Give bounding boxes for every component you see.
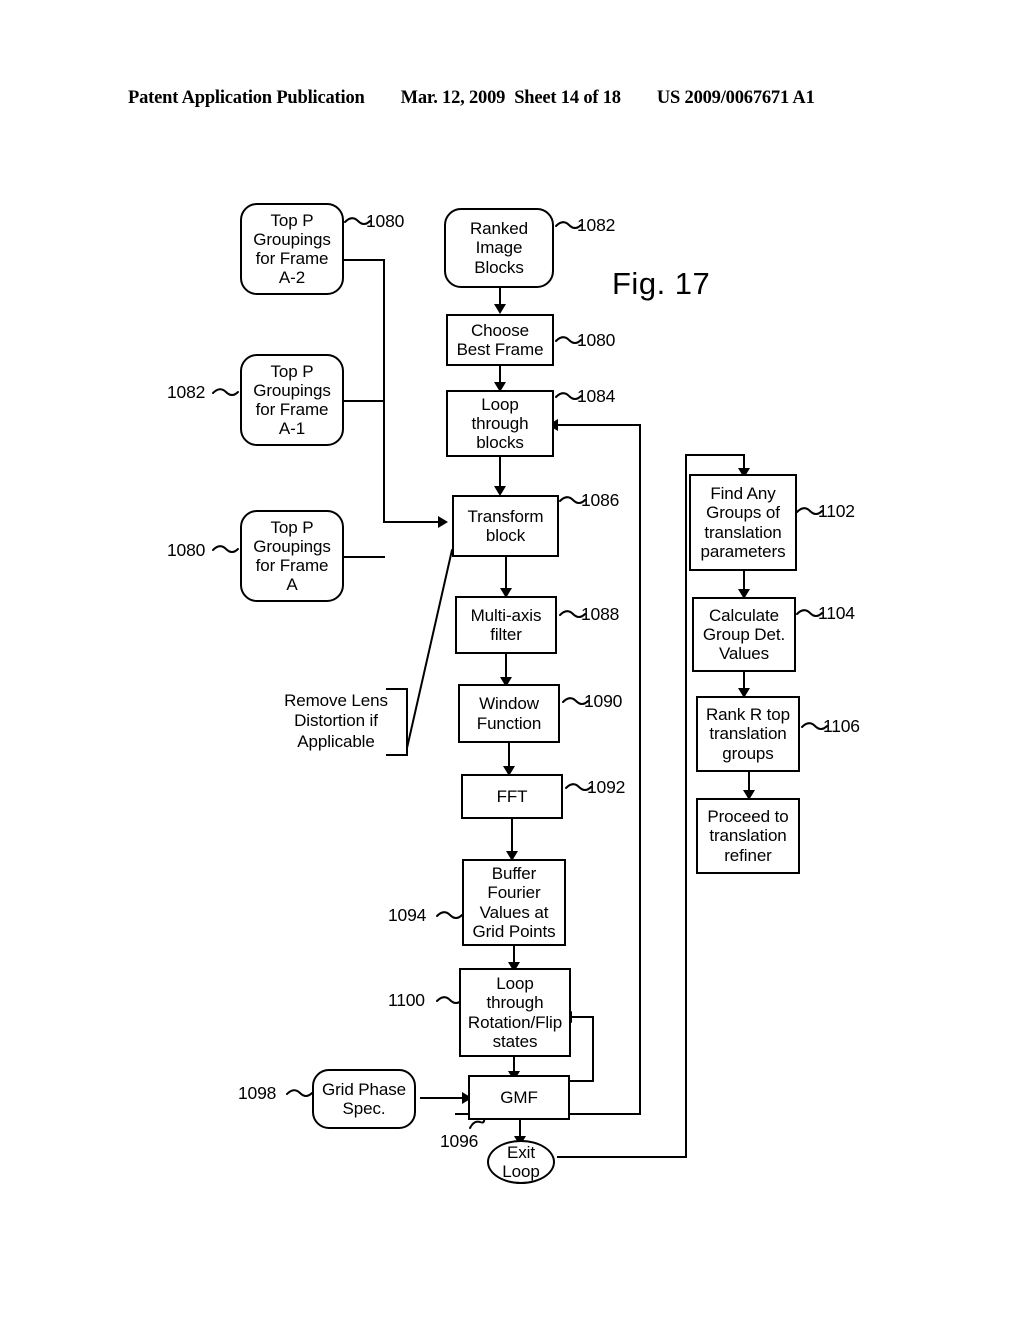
node-label: Loop through blocks — [471, 394, 529, 453]
node-window-function[interactable]: Window Function — [458, 684, 560, 743]
node-label: Top P Groupings for Frame A — [253, 517, 331, 595]
ref-1080-top-p-a2: 1080 — [366, 211, 405, 231]
leader-remove-lens-diagonal — [406, 549, 453, 749]
header-sheet: Sheet 14 of 18 — [514, 88, 621, 108]
node-label: Rank R top translation groups — [705, 705, 791, 763]
node-label: Multi-axis filter — [470, 605, 542, 644]
leader-ref-1080-a — [212, 545, 239, 553]
node-exit-loop[interactable]: Exit Loop — [487, 1140, 555, 1184]
ref-1100-looprot: 1100 — [388, 990, 425, 1010]
connector-topp-a2-out — [342, 259, 385, 261]
connector-bus-to-transform — [383, 521, 440, 523]
node-label: Calculate Group Det. Values — [702, 605, 786, 664]
node-label: Proceed to translation refiner — [707, 807, 789, 865]
ref-1094-buffer: 1094 — [388, 905, 427, 925]
header-date: Mar. 12, 2009 — [400, 88, 506, 108]
node-label: Grid Phase Spec. — [321, 1079, 407, 1118]
node-label: FFT — [496, 786, 528, 806]
node-ranked-image-blocks[interactable]: Ranked Image Blocks — [444, 208, 554, 288]
node-label: Top P Groupings for Frame A-2 — [253, 210, 331, 288]
node-transform-block[interactable]: Transform block — [452, 495, 559, 557]
node-buffer-fourier-values[interactable]: Buffer Fourier Values at Grid Points — [462, 859, 566, 946]
connector-topp-a-out — [342, 556, 385, 558]
ref-1082-ranked: 1082 — [577, 215, 616, 235]
node-top-p-groupings-frame-a2[interactable]: Top P Groupings for Frame A-2 — [240, 203, 344, 295]
node-choose-best-frame[interactable]: Choose Best Frame — [446, 314, 554, 366]
ref-1088-multiaxis: 1088 — [581, 604, 620, 624]
node-label: Loop through Rotation/Flip states — [467, 974, 563, 1051]
arrowhead-bus-to-transform — [438, 516, 448, 528]
node-loop-through-rotation-flip-states[interactable]: Loop through Rotation/Flip states — [459, 968, 571, 1057]
figure-label: Fig. 17 — [612, 266, 711, 301]
caption-remove-lens-distortion: Remove Lens Distortion if Applicable — [284, 691, 388, 751]
node-loop-through-blocks[interactable]: Loop through blocks — [446, 390, 554, 457]
connector-exit-to-find-h-bottom — [557, 1156, 687, 1158]
node-grid-phase-spec[interactable]: Grid Phase Spec. — [312, 1069, 416, 1129]
node-proceed-to-translation-refiner[interactable]: Proceed to translation refiner — [696, 798, 800, 874]
node-label: Buffer Fourier Values at Grid Points — [472, 864, 556, 941]
node-find-any-groups-of-translation-parameters[interactable]: Find Any Groups of translation parameter… — [689, 474, 797, 571]
leader-ref-1094-buffer — [436, 911, 463, 919]
ref-1098-gridphase: 1098 — [238, 1083, 277, 1103]
connector-exit-to-find-h-top — [685, 454, 745, 456]
node-top-p-groupings-frame-a[interactable]: Top P Groupings for Frame A — [240, 510, 344, 602]
ref-1086-transform: 1086 — [581, 490, 620, 510]
node-label: Exit Loop — [502, 1142, 540, 1181]
node-label: Window Function — [476, 694, 542, 733]
node-multi-axis-filter[interactable]: Multi-axis filter — [455, 596, 557, 654]
bracket-remove-lens-v — [406, 688, 408, 756]
ref-1082-top-p-a1: 1082 — [167, 382, 206, 402]
node-fft[interactable]: FFT — [461, 774, 563, 819]
connector-gridphase-to-gmf — [420, 1097, 466, 1099]
header-patent-number: US 2009/0067671 A1 — [656, 88, 815, 108]
connector-gmf-feedback-h1 — [570, 1080, 594, 1082]
node-label: Ranked Image Blocks — [470, 219, 528, 277]
ref-1080-top-p-a: 1080 — [167, 540, 206, 560]
node-label: Find Any Groups of translation parameter… — [700, 484, 786, 561]
node-label: Top P Groupings for Frame A-1 — [253, 361, 331, 439]
leader-ref-1082-a1 — [212, 388, 239, 396]
ref-1090-window: 1090 — [584, 691, 623, 711]
node-rank-r-top-translation-groups[interactable]: Rank R top translation groups — [696, 696, 800, 772]
node-label: Choose Best Frame — [456, 320, 544, 359]
connector-topp-a1-out — [342, 400, 385, 402]
connector-loopblocks-feedback-v — [639, 424, 641, 1115]
node-top-p-groupings-frame-a1[interactable]: Top P Groupings for Frame A-1 — [240, 354, 344, 446]
arrowhead-ranked-to-choose — [494, 304, 506, 314]
node-calculate-group-det-values[interactable]: Calculate Group Det. Values — [692, 597, 796, 672]
connector-gmf-feedback-h2 — [570, 1016, 594, 1018]
connector-loopblocks-feedback-h-top — [556, 424, 641, 426]
connector-exit-to-find-v — [685, 454, 687, 1158]
ref-1102-find: 1102 — [818, 501, 855, 521]
connector-topp-bus — [383, 259, 385, 522]
header-publication: Patent Application Publication — [128, 88, 365, 108]
page-header: Patent Application Publication Mar. 12, … — [128, 88, 896, 114]
ref-1092-fft: 1092 — [587, 777, 626, 797]
ref-1080-choose: 1080 — [577, 330, 616, 350]
ref-1096-gmf: 1096 — [440, 1131, 479, 1151]
ref-1084-loop-blocks: 1084 — [577, 386, 616, 406]
bracket-remove-lens-h-top — [386, 688, 408, 690]
patent-figure-page: Patent Application Publication Mar. 12, … — [0, 0, 1024, 1320]
node-label: GMF — [500, 1087, 538, 1107]
leader-lines-overlay — [212, 217, 828, 1129]
ref-1104-calc: 1104 — [818, 603, 855, 623]
node-label: Transform block — [467, 506, 544, 545]
bracket-remove-lens-h-bot — [386, 754, 408, 756]
ref-1106-rank: 1106 — [823, 716, 860, 736]
connector-gmf-feedback-v — [592, 1016, 594, 1082]
leader-ref-1098-gridphase — [286, 1089, 313, 1097]
node-gmf[interactable]: GMF — [468, 1075, 570, 1120]
